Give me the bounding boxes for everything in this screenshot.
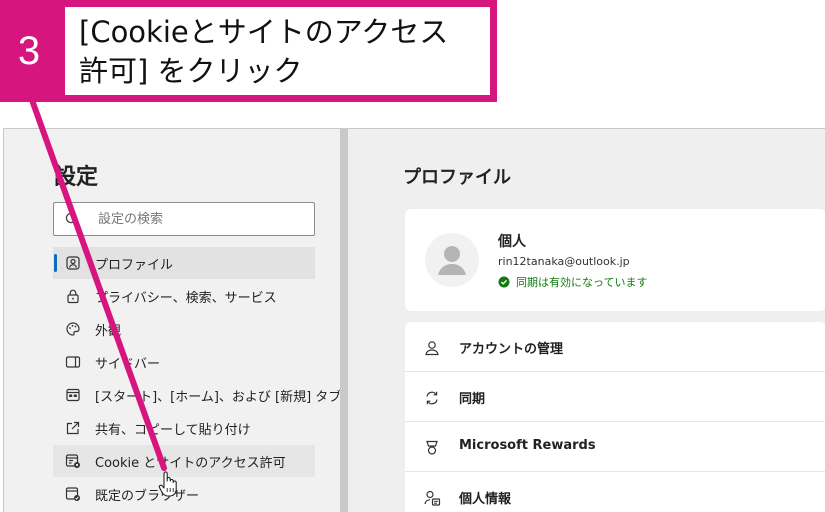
row-label: アカウントの管理 [459, 342, 564, 357]
row-label: 個人情報 [459, 492, 512, 507]
search-icon [65, 212, 79, 226]
sync-status: 同期は有効になっています [498, 274, 647, 290]
sidebar-item-default-browser[interactable]: 既定のブラウザー [53, 478, 315, 510]
palette-icon [66, 322, 80, 336]
lock-icon [67, 289, 79, 304]
avatar [425, 233, 479, 287]
tutorial-screenshot: 3 [Cookieとサイトのアクセス 許可] をクリック 設定 設定の検索 プロ… [0, 0, 825, 512]
sidebar-item-start-home-tabs[interactable]: [スタート]、[ホーム]、および [新規] タブ [53, 379, 341, 411]
rewards-icon [426, 440, 438, 455]
page-title: プロファイル [403, 167, 511, 188]
sidebar-item-share-copy-paste[interactable]: 共有、コピーして貼り付け [53, 412, 315, 444]
person-icon [438, 246, 466, 275]
step-badge: 3 [0, 0, 58, 102]
row-sync[interactable]: 同期 [405, 372, 825, 422]
callout-line-2: 許可] をクリック [79, 54, 303, 88]
sync-status-text: 同期は有効になっています [516, 276, 648, 289]
sidebar-item-label: サイドバー [95, 357, 161, 372]
sidebar-item-label: Cookie とサイトのアクセス許可 [95, 456, 286, 471]
profile-email: rin12tanaka@outlook.jp [498, 255, 630, 268]
profile-name: 個人 [498, 234, 526, 250]
row-microsoft-rewards[interactable]: Microsoft Rewards [405, 422, 825, 472]
settings-sidebar: 設定 プロファイル [4, 129, 341, 512]
callout-inner: [Cookieとサイトのアクセス 許可] をクリック [65, 7, 490, 95]
active-indicator [54, 254, 57, 272]
callout-box: [Cookieとサイトのアクセス 許可] をクリック [58, 0, 497, 102]
step-number: 3 [17, 29, 41, 73]
sidebar-item-sidebar[interactable]: サイドバー [53, 346, 315, 378]
profile-icon [66, 256, 80, 270]
settings-title: 設定 [54, 165, 99, 190]
settings-main: プロファイル 個人 rin12tanaka@outlook.jp 同期は有効にな… [348, 129, 825, 512]
site-permissions-icon [65, 454, 80, 468]
sidebar-item-label: プロファイル [95, 258, 174, 273]
row-label: Microsoft Rewards [459, 438, 596, 453]
sidebar-item-label: プライバシー、検索、サービス [95, 291, 277, 306]
default-browser-icon [65, 487, 80, 501]
sidebar-item-profile[interactable]: プロファイル [53, 247, 315, 279]
account-icon [425, 341, 439, 356]
search-box[interactable] [53, 202, 315, 236]
home-tabs-icon [66, 388, 80, 402]
callout-line-1: [Cookieとサイトのアクセス [79, 15, 449, 49]
hand-cursor-icon [158, 471, 177, 497]
sidebar-item-cookies-site-permissions[interactable]: Cookie とサイトのアクセス許可 [53, 445, 315, 477]
sidebar-item-label: 共有、コピーして貼り付け [95, 423, 251, 438]
check-circle-icon [498, 276, 510, 288]
row-manage-account[interactable]: アカウントの管理 [405, 322, 825, 372]
sidebar-item-label: 既定のブラウザー [95, 489, 200, 504]
profile-card: 個人 rin12tanaka@outlook.jp 同期は有効になっています [405, 209, 825, 311]
row-personal-info[interactable]: 個人情報 [405, 472, 825, 512]
sidebar-item-appearance[interactable]: 外観 [53, 313, 315, 345]
sidebar-item-label: 外観 [95, 324, 122, 339]
sidebar-item-label: [スタート]、[ホーム]、および [新規] タブ [95, 390, 342, 405]
settings-window: 設定 プロファイル [3, 128, 825, 512]
search-input[interactable] [98, 209, 308, 229]
pane-divider [340, 129, 348, 512]
sidebar-item-privacy[interactable]: プライバシー、検索、サービス [53, 280, 315, 312]
share-icon [66, 421, 80, 435]
personal-info-icon [424, 490, 441, 506]
sync-icon [426, 391, 438, 405]
sidebar-icon [65, 356, 81, 368]
profile-settings-list: アカウントの管理 同期 Microsoft Rewards 個人情報 [405, 322, 825, 512]
row-label: 同期 [459, 392, 486, 407]
